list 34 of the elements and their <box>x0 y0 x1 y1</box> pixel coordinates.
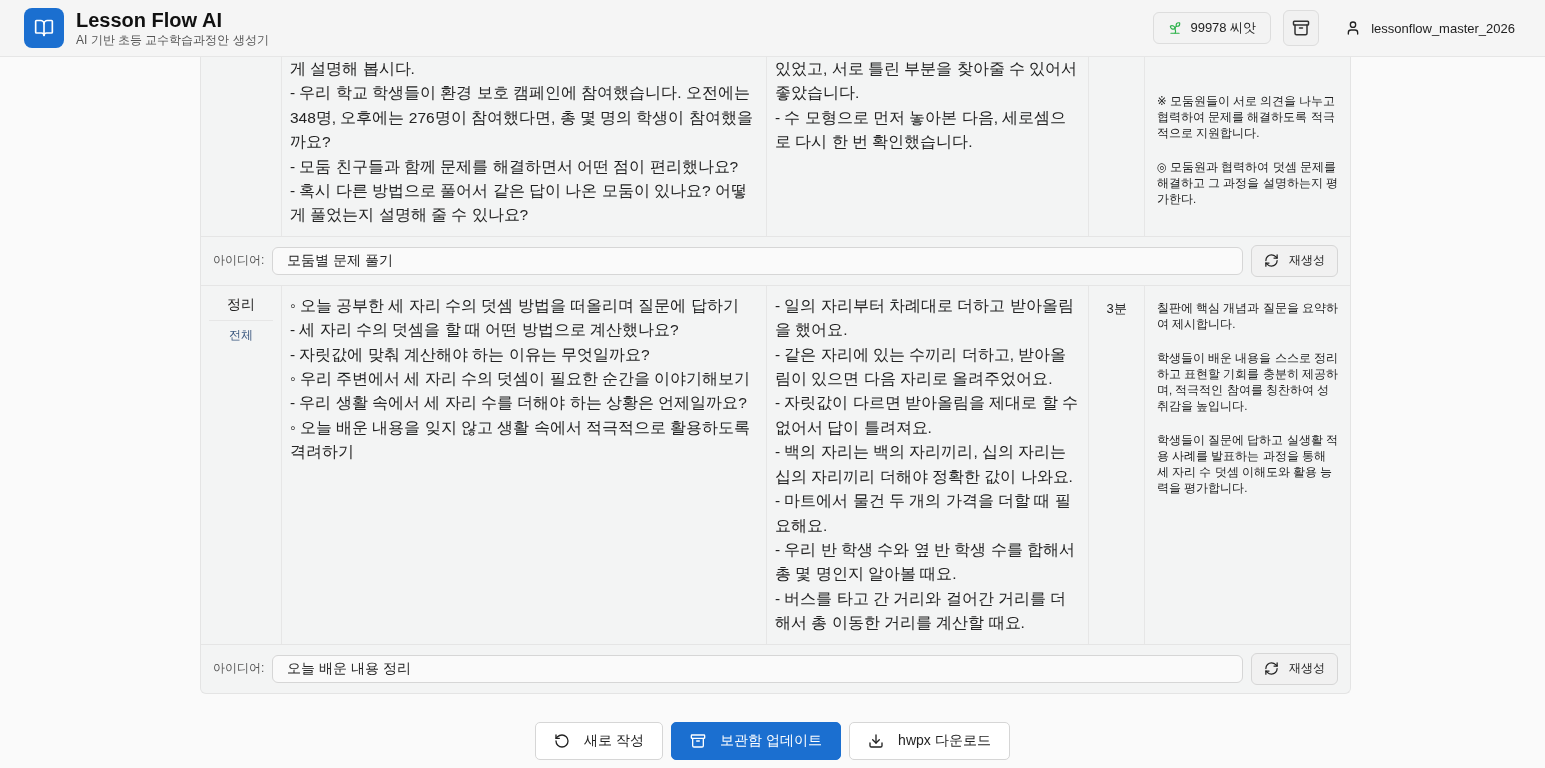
idea-label: 아이디어: <box>213 660 265 678</box>
note-text: 칠판에 핵심 개념과 질문을 요약하여 제시합니다. <box>1157 300 1338 332</box>
idea-input[interactable]: 모둠별 문제 풀기 <box>272 246 1243 275</box>
note-text: 학생들이 배운 내용을 스스로 정리하고 표현할 기회를 충분히 제공하며, 적극적인 참여를 칭찬하여 성취감을 높입니다. <box>1157 350 1338 414</box>
regenerate-button[interactable]: 재생성 <box>1251 652 1338 685</box>
undo-icon <box>554 732 571 749</box>
idea-input[interactable]: 오늘 배운 내용 정리 <box>272 654 1243 683</box>
refresh-icon <box>1264 661 1279 677</box>
note-text: ◎ 모둠원과 협력하여 덧셈 문제를 해결하고 그 과정을 설명하는지 평가한다. <box>1157 160 1338 207</box>
sprout-icon <box>1168 21 1183 35</box>
regenerate-button[interactable]: 재생성 <box>1251 244 1338 277</box>
seed-balance-button[interactable]: 99978 씨앗 <box>1153 12 1272 44</box>
new-draft-button[interactable]: 새로 작성 <box>535 721 664 760</box>
book-icon <box>34 18 54 38</box>
activity-text: ◦ 오늘 공부한 세 자리 수의 덧셈 방법을 떠올리며 질문에 답하기 - 세 자리 수의 덧셈을 할 때 어떤 방법으로 계산했나요? - 자릿값에 맞춰 계산해야 하는 이유는 무엇일까요? ◦ 우리 주변에서 세 자리 수의 덧셈이 필요한 순간을 이야기해보기 - 우리 생활 속에서 세 자리 수를 더해야 하는 상황은 언제일까요? ◦ 오늘 배운 내용을 잊지 않고 생활 속에서 적극적으로 활용하도록 격려하기 <box>290 295 752 463</box>
update-archive-button[interactable]: 보관함 업데이트 <box>671 721 842 760</box>
archive-icon <box>1292 19 1311 37</box>
activity-text: 게 설명해 봅시다. - 우리 학교 학생들이 환경 보호 캠페인에 참여했습니다. 오전에는 348명, 오후에는 276명이 참여했다면, 총 몇 명의 학생이 참여했을까요? - 모둠 친구들과 함께 문제를 해결하면서 어떤 점이 편리했나요? - 혹시 다른 방법으로 풀어서 같은 답이 나온 모둠이 있나요? 어떻게 풀었는지 설명해 줄 수 있나요? <box>290 59 754 226</box>
archive-button[interactable] <box>1283 10 1320 46</box>
note-text: ※ 모둠원들이 서로 의견을 나누고 협력하여 문제를 해결하도록 적극적으로 지원합니다. <box>1157 94 1337 141</box>
time-text: 3분 <box>1105 299 1128 318</box>
refresh-icon <box>1264 253 1279 269</box>
scope-label: 전체 <box>229 326 253 344</box>
idea-label: 아이디어: <box>213 252 265 270</box>
stage-label: 정리 <box>209 293 273 321</box>
expected-answers-text: - 일의 자리부터 차례대로 더하고 받아올림을 했어요. - 같은 자리에 있는 수끼리 더하고, 받아올림이 있으면 다음 자리로 올려주었어요. - 자릿값이 다르면 받아올림을 제대로 할 수 없어서 답이 틀려져요. - 백의 자리는 백의 자리끼리, 십의 자리는 십의 자리끼리 더해야 정확한 값이 나와요. - 마트에서 물건 두 개의 가격을 더할 때 필요해요. - 우리 반 학생 수와 옆 반 학생 수를 합해서 총 몇 명인지 알아볼 때요. - 버스를 타고 간 거리와 걸어간 거리를 더해서 총 이동한 거리를 계산할 때요. <box>775 295 1079 634</box>
expected-answers-text: 있었고, 서로 틀린 부분을 찾아줄 수 있어서 좋았습니다. - 수 모형으로 먼저 놓아본 다음, 세로셈으로 다시 한 번 확인했습니다. <box>775 59 1079 153</box>
archive-icon <box>690 732 707 749</box>
app-title: Lesson Flow AI <box>76 8 223 32</box>
app-subtitle: AI 기반 초등 교수학습과정안 생성기 <box>76 32 269 48</box>
download-button[interactable]: hwpx 다운로드 <box>849 721 1010 760</box>
download-icon <box>868 732 885 749</box>
note-text: 학생들이 질문에 답하고 실생활 적용 사례를 발표하는 과정을 통해 세 자리 수 덧셈 이해도와 활용 능력을 평가합니다. <box>1157 432 1338 496</box>
user-menu[interactable]: lessonflow_master_2026 <box>1345 20 1515 36</box>
